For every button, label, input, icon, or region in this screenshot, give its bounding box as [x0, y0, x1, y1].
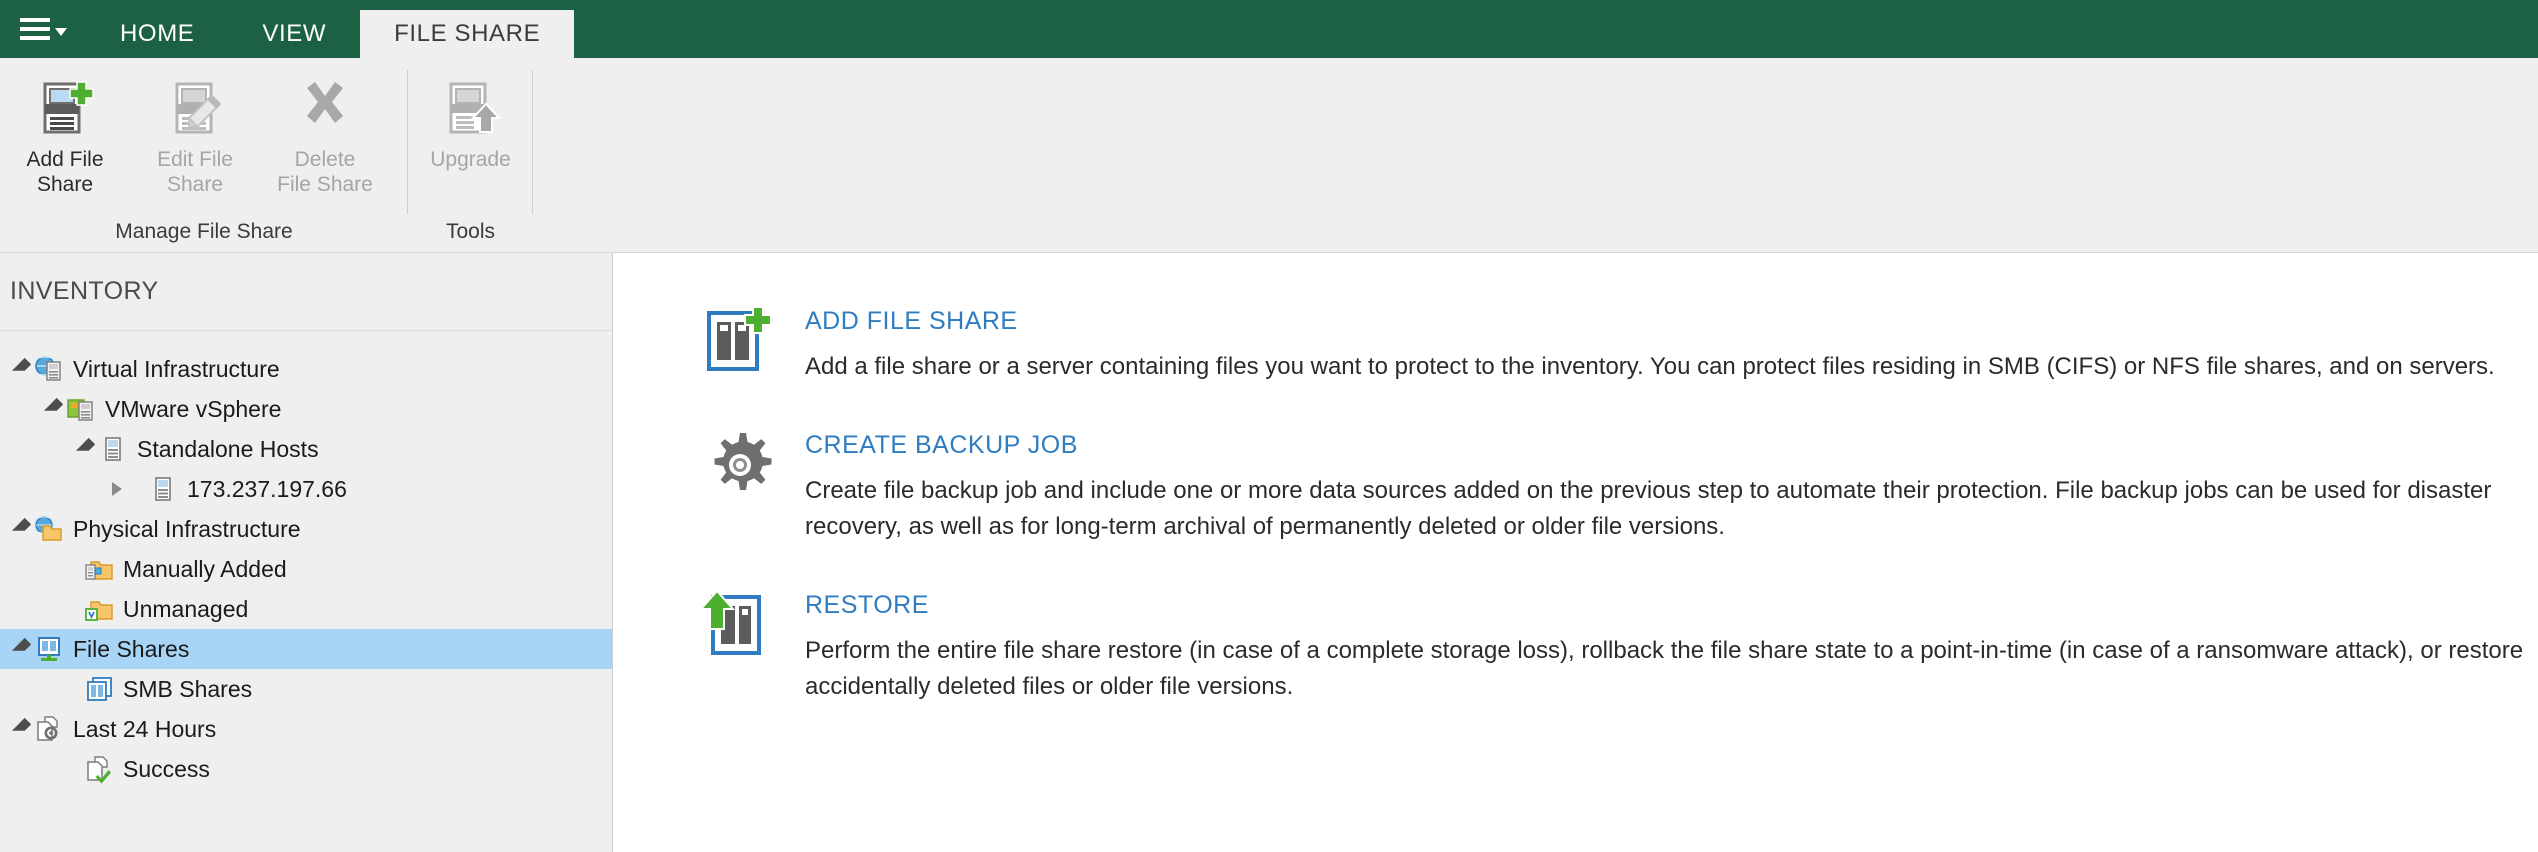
add-file-share-icon — [33, 76, 97, 140]
last-24-hours-icon — [34, 714, 64, 744]
create-backup-job-link[interactable]: CREATE BACKUP JOB — [805, 431, 1078, 460]
main-body: INVENTORY Virtual Infrastructure VMware … — [0, 253, 2538, 852]
delete-file-share-button[interactable]: Delete File Share — [260, 68, 390, 197]
tree-item-label: Last 24 Hours — [73, 715, 217, 742]
tree-item-virtual-infrastructure[interactable]: Virtual Infrastructure — [0, 349, 612, 389]
card-text: CREATE BACKUP JOB Create file backup job… — [805, 429, 2538, 545]
tree-item-label: Manually Added — [123, 555, 287, 582]
card-add-file-share: ADD FILE SHARE Add a file share or a ser… — [703, 305, 2538, 385]
ribbon-tabstrip: HOME VIEW FILE SHARE — [0, 0, 2538, 58]
card-restore: RESTORE Perform the entire file share re… — [698, 589, 2538, 705]
host-icon — [148, 474, 178, 504]
hamburger-menu-icon[interactable] — [0, 0, 86, 58]
host-group-icon — [98, 434, 128, 464]
tree-item-label: Success — [123, 755, 210, 782]
tree-item-label: 173.237.197.66 — [187, 475, 347, 502]
twisty-none — [40, 669, 66, 709]
twisty-expanded-icon[interactable] — [8, 709, 34, 749]
restore-link[interactable]: RESTORE — [805, 591, 929, 620]
tree-item-label: Standalone Hosts — [137, 435, 319, 462]
tab-view-label: VIEW — [262, 20, 327, 47]
tree-item-label: Virtual Infrastructure — [73, 355, 280, 382]
inventory-tree: Virtual Infrastructure VMware vSphere St… — [0, 331, 612, 852]
virtual-infrastructure-icon — [30, 354, 64, 384]
create-backup-job-description: Create file backup job and include one o… — [805, 477, 2492, 540]
add-file-share-label: Add File Share — [26, 148, 104, 196]
inventory-header: INVENTORY — [0, 253, 612, 331]
success-icon — [84, 754, 114, 784]
hamburger-glyph — [19, 18, 50, 40]
chevron-down-icon — [54, 28, 67, 36]
twisty-expanded-icon[interactable] — [8, 509, 34, 549]
twisty-collapsed-icon[interactable] — [104, 469, 130, 509]
tree-item-label: Unmanaged — [123, 595, 249, 622]
tree-item-smb-shares[interactable]: SMB Shares — [0, 669, 612, 709]
tree-item-physical-infrastructure[interactable]: Physical Infrastructure — [0, 509, 612, 549]
card-text: RESTORE Perform the entire file share re… — [805, 589, 2538, 705]
add-file-share-button[interactable]: Add File Share — [0, 68, 130, 197]
ribbon-toolbar: Add File Share Edit File Share Delete Fi… — [0, 58, 2538, 253]
twisty-expanded-icon[interactable] — [8, 629, 34, 669]
delete-file-share-icon — [293, 76, 357, 140]
upgrade-button[interactable]: Upgrade — [408, 68, 533, 172]
tree-item-file-shares[interactable]: File Shares — [0, 629, 612, 669]
upgrade-label: Upgrade — [430, 148, 511, 171]
physical-infrastructure-icon — [31, 514, 64, 544]
twisty-none — [40, 749, 66, 789]
tree-item-label: Physical Infrastructure — [73, 515, 301, 542]
twisty-expanded-icon[interactable] — [40, 389, 66, 429]
ribbon-filler — [533, 58, 2538, 252]
tree-item-label: File Shares — [73, 635, 190, 662]
unmanaged-icon — [84, 594, 114, 624]
restore-description: Perform the entire file share restore (i… — [805, 637, 2524, 700]
edit-file-share-button[interactable]: Edit File Share — [130, 68, 260, 197]
tree-item-standalone-hosts[interactable]: Standalone Hosts — [0, 429, 612, 469]
add-file-share-link[interactable]: ADD FILE SHARE — [805, 307, 1018, 336]
tab-file-share[interactable]: FILE SHARE — [360, 10, 575, 58]
tree-item-last-24-hours[interactable]: Last 24 Hours — [0, 709, 612, 749]
getting-started-panel: ADD FILE SHARE Add a file share or a ser… — [613, 253, 2538, 852]
vmware-vsphere-icon — [66, 394, 96, 424]
tree-item-manually-added[interactable]: Manually Added — [0, 549, 612, 589]
ribbon-group-manage-file-share-title: Manage File Share — [115, 220, 293, 243]
tab-home[interactable]: HOME — [86, 10, 228, 58]
veeam-console-window: HOME VIEW FILE SHARE Add File Share Edit… — [0, 0, 2538, 852]
upgrade-icon — [439, 76, 503, 140]
twisty-expanded-icon[interactable] — [72, 429, 98, 469]
card-text: ADD FILE SHARE Add a file share or a ser… — [805, 305, 2538, 385]
file-shares-icon — [34, 634, 64, 664]
delete-file-share-label: Delete File Share — [277, 148, 373, 196]
ribbon-group-tools-title: Tools — [445, 220, 496, 243]
inventory-sidebar: INVENTORY Virtual Infrastructure VMware … — [0, 253, 613, 852]
tab-home-label: HOME — [120, 20, 195, 47]
tree-item-host-173-237-197-66[interactable]: 173.237.197.66 — [0, 469, 612, 509]
tab-file-share-label: FILE SHARE — [394, 20, 541, 47]
edit-file-share-icon — [163, 76, 227, 140]
twisty-none — [40, 549, 66, 589]
create-backup-job-gear-icon — [703, 429, 777, 503]
tree-item-unmanaged[interactable]: Unmanaged — [0, 589, 612, 629]
ribbon-group-manage-file-share: Add File Share Edit File Share Delete Fi… — [0, 58, 408, 252]
tree-item-label: SMB Shares — [123, 675, 253, 702]
smb-shares-icon — [84, 674, 114, 704]
tree-item-label: VMware vSphere — [105, 395, 282, 422]
group-divider — [532, 70, 533, 214]
add-file-share-description: Add a file share or a server containing … — [805, 353, 2495, 380]
ribbon-group-tools: Upgrade Tools — [408, 58, 533, 252]
restore-large-icon — [698, 589, 777, 663]
tree-item-success[interactable]: Success — [0, 749, 612, 789]
add-file-share-large-icon — [703, 305, 777, 379]
twisty-none — [40, 589, 66, 629]
edit-file-share-label: Edit File Share — [157, 148, 233, 196]
twisty-expanded-icon[interactable] — [8, 349, 34, 389]
manually-added-icon — [84, 554, 114, 584]
card-create-backup-job: CREATE BACKUP JOB Create file backup job… — [703, 429, 2538, 545]
tree-item-vmware-vsphere[interactable]: VMware vSphere — [0, 389, 612, 429]
tab-view[interactable]: VIEW — [228, 10, 360, 58]
